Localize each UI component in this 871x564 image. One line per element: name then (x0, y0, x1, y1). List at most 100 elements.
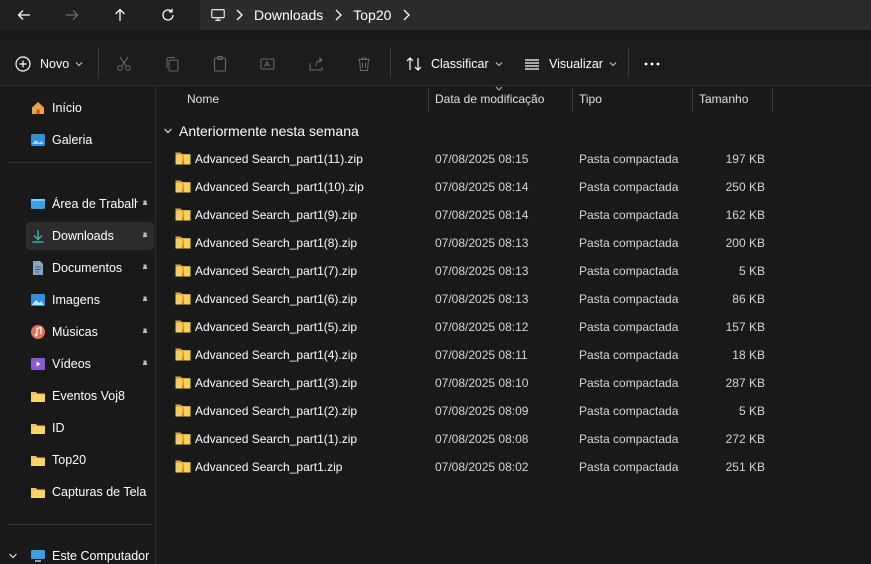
sidebar-item-musicas[interactable]: Músicas (26, 318, 154, 346)
file-list-pane: Nome Data de modificação Tipo Tamanho An… (157, 86, 871, 564)
sidebar-item-id[interactable]: ID (26, 414, 154, 442)
paste-button[interactable] (211, 52, 229, 76)
column-divider[interactable] (692, 88, 693, 112)
arrow-right-icon (66, 10, 79, 20)
pin-icon[interactable] (140, 295, 150, 305)
sidebar-item-top20[interactable]: Top20 (26, 446, 154, 474)
trash-icon (358, 57, 370, 71)
sidebar-divider (8, 162, 152, 163)
column-header-size[interactable]: Tamanho (699, 86, 771, 112)
sidebar-item-videos[interactable]: Vídeos (26, 350, 154, 378)
pin-icon[interactable] (140, 359, 150, 369)
file-size: 5 KB (738, 264, 765, 278)
chevron-down-icon (609, 62, 617, 67)
file-type: Pasta compactada (579, 460, 679, 474)
table-row[interactable]: Advanced Search_part1(11).zip 07/08/2025 … (157, 145, 871, 173)
sort-button[interactable]: Classificar (405, 52, 503, 76)
file-date: 07/08/2025 08:13 (435, 292, 529, 306)
zip-folder-icon (175, 347, 191, 361)
refresh-icon (162, 8, 174, 21)
column-header-type[interactable]: Tipo (579, 86, 689, 112)
delete-button[interactable] (355, 52, 373, 76)
home-icon (30, 100, 46, 116)
rename-button[interactable] (259, 52, 277, 76)
folder-icon (30, 484, 46, 500)
table-row[interactable]: Advanced Search_part1(1).zip 07/08/2025 0… (157, 425, 871, 453)
pin-icon[interactable] (140, 231, 150, 241)
sort-icon (406, 57, 422, 71)
view-button[interactable]: Visualizar (523, 52, 617, 76)
chevron-down-icon[interactable] (8, 551, 18, 561)
zip-folder-icon (175, 179, 191, 193)
share-button[interactable] (307, 52, 325, 76)
file-date: 07/08/2025 08:02 (435, 460, 529, 474)
table-row[interactable]: Advanced Search_part1(8).zip 07/08/2025 0… (157, 229, 871, 257)
file-date: 07/08/2025 08:09 (435, 404, 529, 418)
address-bar-area: Downloads Top20 (0, 0, 871, 30)
zip-folder-icon (175, 291, 191, 305)
cut-button[interactable] (115, 52, 133, 76)
chevron-down-icon (495, 62, 503, 67)
sidebar-item-capturas-de-tela[interactable]: Capturas de Tela (26, 478, 154, 506)
copy-button[interactable] (163, 52, 181, 76)
sidebar-item-galeria[interactable]: Galeria (26, 126, 154, 154)
breadcrumb-top20[interactable]: Top20 (349, 7, 395, 23)
forward-button[interactable] (58, 3, 86, 27)
download-icon (30, 228, 46, 244)
sidebar-item-label: Capturas de Tela (52, 485, 147, 499)
file-size: 5 KB (738, 404, 765, 418)
table-row[interactable]: Advanced Search_part1.zip 07/08/2025 08:0… (157, 453, 871, 481)
file-type: Pasta compactada (579, 404, 679, 418)
table-row[interactable]: Advanced Search_part1(4).zip 07/08/2025 0… (157, 341, 871, 369)
column-divider[interactable] (772, 88, 773, 112)
computer-icon (30, 548, 46, 564)
zip-folder-icon (175, 235, 191, 249)
file-name: Advanced Search_part1(8).zip (195, 236, 358, 250)
chevron-right-icon[interactable] (395, 9, 417, 21)
zip-folder-icon (175, 431, 191, 445)
plus-circle-icon (15, 56, 31, 72)
toolbar-divider (628, 48, 629, 78)
refresh-button[interactable] (154, 3, 182, 27)
table-row[interactable]: Advanced Search_part1(9).zip 07/08/2025 0… (157, 201, 871, 229)
table-row[interactable]: Advanced Search_part1(7).zip 07/08/2025 0… (157, 257, 871, 285)
sidebar-item-label: Músicas (52, 325, 98, 339)
back-button[interactable] (10, 3, 38, 27)
sidebar-item-eventos-voj8[interactable]: Eventos Voj8 (26, 382, 154, 410)
pin-icon[interactable] (140, 199, 150, 209)
sidebar-item-inicio[interactable]: Início (26, 94, 154, 122)
pin-icon[interactable] (140, 327, 150, 337)
sidebar-item-este-computador[interactable]: Este Computador (26, 542, 154, 564)
address-field[interactable]: Downloads Top20 (200, 0, 871, 30)
up-button[interactable] (106, 3, 134, 27)
group-header[interactable]: Anteriormente nesta semana (161, 120, 359, 142)
breadcrumb-downloads[interactable]: Downloads (250, 7, 327, 23)
column-header-name[interactable]: Nome (187, 86, 427, 112)
new-button[interactable]: Novo (14, 52, 83, 76)
file-date: 07/08/2025 08:15 (435, 152, 529, 166)
column-divider[interactable] (428, 88, 429, 112)
file-date: 07/08/2025 08:13 (435, 236, 529, 250)
sidebar-item-label: Área de Trabalho (52, 197, 138, 211)
table-row[interactable]: Advanced Search_part1(2).zip 07/08/2025 0… (157, 397, 871, 425)
sidebar-item-area-de-trabalho[interactable]: Área de Trabalho (26, 190, 154, 218)
column-header-date[interactable]: Data de modificação (435, 86, 571, 112)
more-options-button[interactable] (643, 52, 661, 76)
pin-icon[interactable] (140, 263, 150, 273)
folder-icon (30, 388, 46, 404)
file-type: Pasta compactada (579, 432, 679, 446)
sidebar-item-imagens[interactable]: Imagens (26, 286, 154, 314)
table-row[interactable]: Advanced Search_part1(6).zip 07/08/2025 0… (157, 285, 871, 313)
file-date: 07/08/2025 08:08 (435, 432, 529, 446)
column-divider[interactable] (572, 88, 573, 112)
view-list-icon (525, 59, 539, 70)
file-date: 07/08/2025 08:12 (435, 320, 529, 334)
file-name: Advanced Search_part1(5).zip (195, 320, 358, 334)
sidebar-item-label: Imagens (52, 293, 100, 307)
table-row[interactable]: Advanced Search_part1(3).zip 07/08/2025 0… (157, 369, 871, 397)
navigation-pane: Início Galeria Área de Trabalho Download… (0, 86, 156, 564)
table-row[interactable]: Advanced Search_part1(5).zip 07/08/2025 0… (157, 313, 871, 341)
table-row[interactable]: Advanced Search_part1(10).zip 07/08/2025 … (157, 173, 871, 201)
sidebar-item-downloads[interactable]: Downloads (26, 222, 154, 250)
sidebar-item-documentos[interactable]: Documentos (26, 254, 154, 282)
